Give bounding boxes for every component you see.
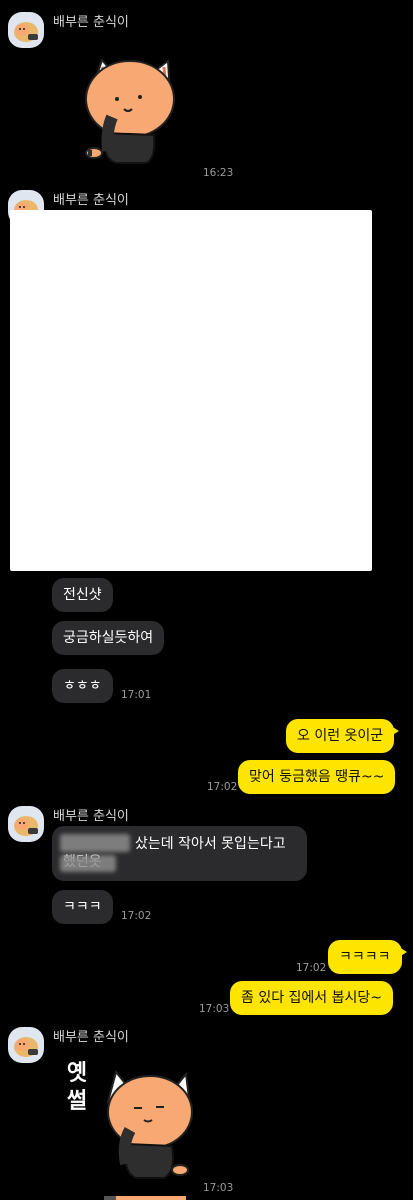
- sender-name: 배부른 춘식이: [53, 193, 129, 208]
- redaction-blur: [60, 855, 116, 872]
- timestamp: 17:02: [296, 962, 327, 974]
- timestamp: 17:03: [199, 1003, 230, 1015]
- message-bubble[interactable]: ㅋㅋㅋㅋ: [328, 940, 407, 974]
- avatar-image: [14, 22, 38, 42]
- sender-name: 배부른 춘식이: [53, 809, 129, 824]
- message-bubble[interactable]: 궁금하실듯하여: [52, 621, 165, 655]
- photo-message[interactable]: [10, 210, 372, 571]
- timestamp: 17:02: [207, 781, 238, 793]
- cat-sticker[interactable]: [72, 55, 200, 170]
- cat-sticker-image: [85, 58, 175, 164]
- timestamp: 17:02: [121, 910, 152, 922]
- next-message-partial: [116, 1196, 186, 1200]
- sender-name: 배부른 춘식이: [53, 1030, 129, 1045]
- avatar-image: [14, 816, 38, 836]
- next-message-partial: [104, 1196, 116, 1200]
- message-bubble[interactable]: 샀는데 작아서 못입는다고 했던옷: [52, 826, 307, 881]
- message-bubble[interactable]: 좀 있다 집에서 봅시당~: [230, 981, 394, 1015]
- timestamp: 17:03: [203, 1182, 234, 1194]
- avatar[interactable]: [8, 806, 44, 842]
- message-bubble[interactable]: 전신샷: [52, 578, 113, 612]
- cat-sticker[interactable]: 옛 썰: [60, 1060, 200, 1190]
- message-bubble[interactable]: 오 이런 옷이군: [286, 719, 400, 753]
- message-bubble[interactable]: 맞어 둥금했음 땡큐~~: [238, 760, 396, 794]
- timestamp: 16:23: [203, 167, 234, 179]
- avatar-image: [14, 1037, 38, 1057]
- cat-sticker-image: [106, 1069, 193, 1179]
- timestamp: 17:01: [121, 689, 152, 701]
- sender-name: 배부른 춘식이: [53, 15, 129, 30]
- redaction-blur: [60, 834, 130, 852]
- message-bubble[interactable]: ㅎㅎㅎ: [52, 669, 113, 703]
- avatar[interactable]: [8, 12, 44, 48]
- message-bubble[interactable]: ㅋㅋㅋ: [52, 890, 113, 924]
- avatar[interactable]: [8, 1027, 44, 1063]
